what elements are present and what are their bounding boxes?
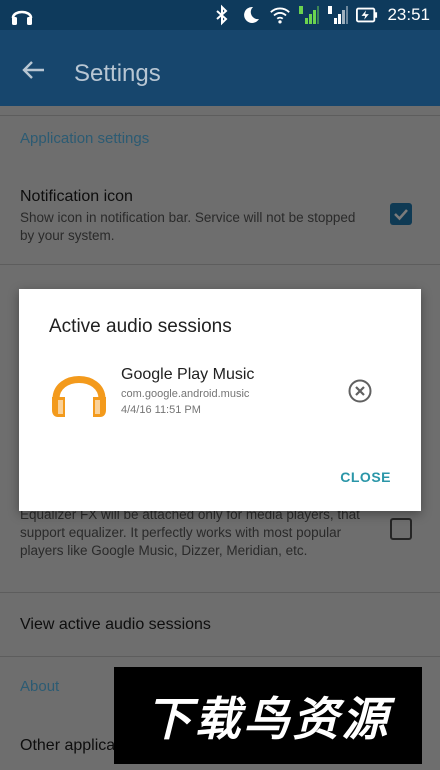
watermark: 下载鸟资源 <box>114 667 422 764</box>
battery-charging-icon <box>356 7 378 23</box>
section-about: About <box>20 678 60 695</box>
other-applications[interactable]: Other applica <box>20 737 115 755</box>
equalizer-description: Equalizer FX will be attached only for m… <box>20 507 360 558</box>
dialog-title: Active audio sessions <box>49 316 232 337</box>
divider <box>0 592 440 593</box>
checkmark-icon <box>394 209 408 221</box>
section-application-settings: Application settings <box>20 130 150 147</box>
equalizer-checkbox[interactable] <box>390 518 412 540</box>
session-package: com.google.android.music <box>121 388 250 400</box>
moon-icon <box>244 6 260 23</box>
divider <box>0 656 440 657</box>
view-active-audio-sessions[interactable]: View active audio sessions <box>20 616 211 634</box>
app-bar: Settings <box>0 30 440 106</box>
arrow-back-icon[interactable] <box>22 60 46 80</box>
bluetooth-icon <box>216 4 228 26</box>
notification-icon-title[interactable]: Notification icon <box>20 188 133 206</box>
wifi-icon <box>270 7 291 24</box>
divider <box>0 115 440 116</box>
clock: 23:51 <box>387 5 430 24</box>
divider <box>0 264 440 265</box>
close-button[interactable]: CLOSE <box>340 469 391 485</box>
signal-2-icon <box>328 6 349 24</box>
notification-icon-checkbox[interactable] <box>390 203 412 225</box>
signal-1-icon <box>299 6 320 24</box>
watermark-text: 下载鸟资源 <box>145 692 391 745</box>
headphones-status-icon <box>11 10 33 25</box>
headphones-icon <box>52 376 106 417</box>
active-audio-sessions-dialog: Active audio sessions Google Play Music … <box>19 289 421 511</box>
notification-icon-description: Show icon in notification bar. Service w… <box>20 210 356 243</box>
session-app-name: Google Play Music <box>121 366 255 383</box>
page-title: Settings <box>74 60 161 87</box>
status-bar: 23:51 <box>0 0 440 30</box>
session-timestamp: 4/4/16 11:51 PM <box>121 404 201 416</box>
close-circle-icon[interactable] <box>347 378 373 404</box>
